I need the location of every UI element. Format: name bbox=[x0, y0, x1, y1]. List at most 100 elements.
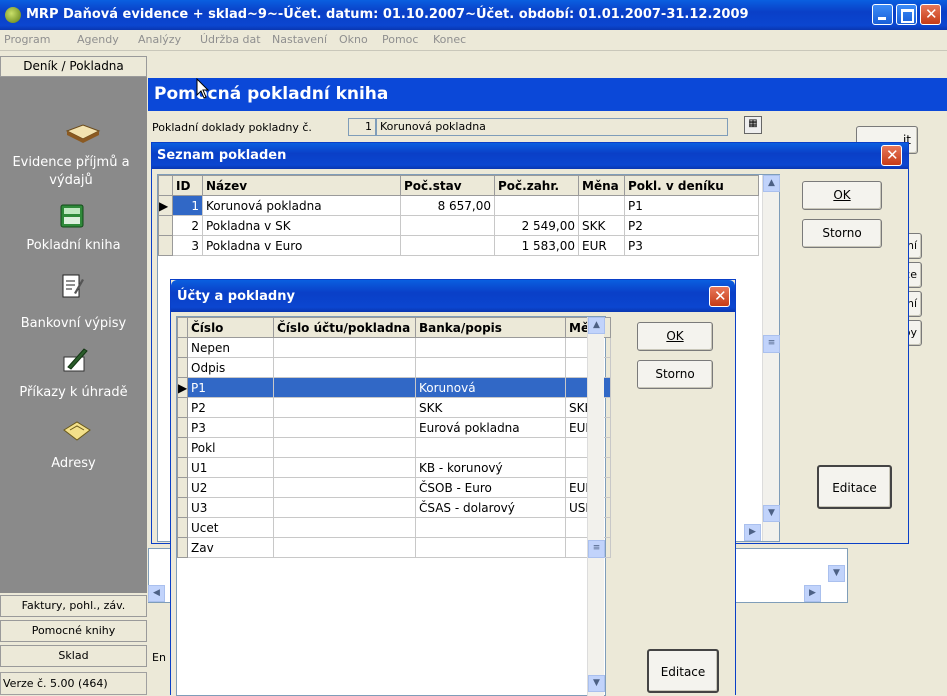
column-header[interactable]: Číslo účtu/pokladna bbox=[273, 317, 416, 338]
table-row[interactable]: Odpis bbox=[177, 357, 611, 378]
table-row[interactable]: Nepen bbox=[177, 337, 611, 358]
seznam-ok-button[interactable]: OK bbox=[802, 181, 882, 210]
ucty-close-button[interactable]: ✕ bbox=[709, 286, 730, 307]
table-cell bbox=[273, 477, 416, 498]
app-logo-icon bbox=[5, 7, 21, 23]
seznam-scrollbar[interactable]: ▲ ≡ ▼ bbox=[762, 175, 780, 541]
table-cell: U1 bbox=[187, 457, 274, 478]
close-button[interactable]: ✕ bbox=[920, 4, 941, 25]
ucty-editace-button[interactable]: Editace bbox=[647, 649, 719, 693]
column-header[interactable]: Měna bbox=[578, 175, 625, 196]
menu-analyzy[interactable]: Analýzy bbox=[138, 33, 181, 46]
scroll-thumb[interactable]: ≡ bbox=[588, 540, 605, 558]
table-row[interactable]: 2 Pokladna v SK 2 549,00 SKK P2 bbox=[158, 215, 759, 236]
table-row[interactable]: Pokl bbox=[177, 437, 611, 458]
table-row-selected[interactable]: ▶ P1 Korunová bbox=[177, 377, 611, 398]
cashbook-title: Pomocná pokladní kniha bbox=[154, 84, 389, 104]
table-row[interactable]: Ucet bbox=[177, 517, 611, 538]
table-cell: 2 bbox=[172, 215, 203, 236]
menu-pomoc[interactable]: Pomoc bbox=[382, 33, 418, 46]
sidebar-item-evidence[interactable]: Evidence příjmů a výdajů bbox=[0, 154, 142, 190]
cashbook-scroll-down[interactable]: ▼ bbox=[828, 565, 845, 582]
sidebar-item-prikazy[interactable]: Příkazy k úhradě bbox=[0, 385, 147, 400]
menu-konec[interactable]: Konec bbox=[433, 33, 466, 46]
table-cell: Nepen bbox=[187, 337, 274, 358]
table-row[interactable]: P3 Eurová pokladna EUR bbox=[177, 417, 611, 438]
seznam-title-bar: Seznam pokladen ✕ bbox=[152, 143, 908, 169]
seznam-editace-button[interactable]: Editace bbox=[817, 465, 892, 509]
table-row[interactable]: U3 ČSAS - dolarový USD bbox=[177, 497, 611, 518]
menu-udrzba-dat[interactable]: Údržba dat bbox=[200, 33, 261, 46]
table-cell: 8 657,00 bbox=[400, 195, 495, 216]
table-row[interactable]: P2 SKK SKK bbox=[177, 397, 611, 418]
sidebar-item-pokladni-kniha[interactable]: Pokladní kniha bbox=[0, 238, 147, 253]
table-cell bbox=[273, 397, 416, 418]
sidebar-tab-denik[interactable]: Deník / Pokladna bbox=[0, 56, 147, 77]
column-header[interactable]: Poč.zahr. bbox=[494, 175, 579, 196]
cashbook-scroll-left[interactable]: ◀ bbox=[148, 585, 165, 602]
table-cell: ČSAS - dolarový bbox=[415, 497, 566, 518]
column-header[interactable]: Pokl. v deníku bbox=[624, 175, 759, 196]
row-indicator bbox=[177, 457, 188, 478]
ucty-storno-button[interactable]: Storno bbox=[637, 360, 713, 389]
table-row[interactable]: Zav bbox=[177, 537, 611, 558]
menu-agendy[interactable]: Agendy bbox=[77, 33, 119, 46]
menu-nastaveni[interactable]: Nastavení bbox=[272, 33, 327, 46]
sidebar-item-adresy[interactable]: Adresy bbox=[0, 456, 147, 471]
doc-name-field[interactable]: Korunová pokladna bbox=[376, 118, 728, 136]
book-icon[interactable] bbox=[65, 117, 101, 147]
sidebar-item-bankovni-vypisy[interactable]: Bankovní výpisy bbox=[0, 316, 147, 331]
table-cell: KB - korunový bbox=[415, 457, 566, 478]
maximize-button[interactable] bbox=[896, 4, 917, 25]
envelope-icon[interactable] bbox=[62, 418, 92, 444]
pen-paper-icon[interactable] bbox=[60, 345, 90, 375]
table-row[interactable]: 3 Pokladna v Euro 1 583,00 EUR P3 bbox=[158, 235, 759, 256]
sidebar-tab-pomocne-knihy[interactable]: Pomocné knihy bbox=[0, 620, 147, 642]
table-cell: P2 bbox=[624, 215, 759, 236]
table-cell: Pokl bbox=[187, 437, 274, 458]
scroll-up-icon[interactable]: ▲ bbox=[763, 175, 780, 192]
seznam-table: ID Název Poč.stav Poč.zahr. Měna Pokl. v… bbox=[158, 175, 759, 256]
minimize-icon bbox=[878, 17, 886, 20]
column-header[interactable]: Název bbox=[202, 175, 401, 196]
table-row[interactable]: ▶ 1 Korunová pokladna 8 657,00 P1 bbox=[158, 195, 759, 216]
table-cell bbox=[400, 215, 495, 236]
menu-bar: Program Agendy Analýzy Údržba dat Nastav… bbox=[0, 30, 947, 51]
close-icon: ✕ bbox=[886, 146, 899, 164]
table-cell: Pokladna v SK bbox=[202, 215, 401, 236]
menu-okno[interactable]: Okno bbox=[339, 33, 368, 46]
doc-number-field[interactable]: 1 bbox=[348, 118, 376, 136]
scroll-up-icon[interactable]: ▲ bbox=[588, 317, 605, 334]
cash-register-icon[interactable] bbox=[58, 202, 86, 230]
document-icon[interactable] bbox=[60, 273, 86, 301]
sidebar-tab-sklad[interactable]: Sklad bbox=[0, 645, 147, 667]
row-indicator bbox=[177, 537, 188, 558]
scroll-down-icon[interactable]: ▼ bbox=[588, 675, 605, 692]
version-text: Verze č. 5.00 (464) bbox=[3, 677, 108, 690]
ucty-ok-button[interactable]: OK bbox=[637, 322, 713, 351]
table-cell: Odpis bbox=[187, 357, 274, 378]
seznam-storno-button[interactable]: Storno bbox=[802, 219, 882, 248]
seznam-close-button[interactable]: ✕ bbox=[881, 145, 902, 166]
table-row[interactable]: U1 KB - korunový bbox=[177, 457, 611, 478]
menu-program[interactable]: Program bbox=[4, 33, 50, 46]
calculator-icon[interactable]: ▦ bbox=[744, 116, 762, 134]
table-cell: Korunová pokladna bbox=[202, 195, 401, 216]
table-cell bbox=[273, 357, 416, 378]
table-cell: Pokladna v Euro bbox=[202, 235, 401, 256]
ucty-scrollbar[interactable]: ▲ ≡ ▼ bbox=[587, 317, 605, 696]
column-header[interactable]: Banka/popis bbox=[415, 317, 566, 338]
sidebar-tab-faktury[interactable]: Faktury, pohl., záv. bbox=[0, 595, 147, 617]
table-row[interactable]: U2 ČSOB - Euro EUR bbox=[177, 477, 611, 498]
table-cell bbox=[415, 337, 566, 358]
minimize-button[interactable] bbox=[872, 4, 893, 25]
column-header[interactable]: ID bbox=[172, 175, 203, 196]
table-cell bbox=[273, 377, 416, 398]
column-header[interactable]: Číslo bbox=[187, 317, 274, 338]
column-header[interactable]: Poč.stav bbox=[400, 175, 495, 196]
scroll-down-icon[interactable]: ▼ bbox=[763, 505, 780, 522]
close-icon: ✕ bbox=[925, 5, 938, 23]
cashbook-scroll-right[interactable]: ▶ bbox=[804, 585, 821, 602]
seznam-scroll-right[interactable]: ▶ bbox=[744, 524, 761, 541]
scroll-thumb[interactable]: ≡ bbox=[763, 335, 780, 353]
